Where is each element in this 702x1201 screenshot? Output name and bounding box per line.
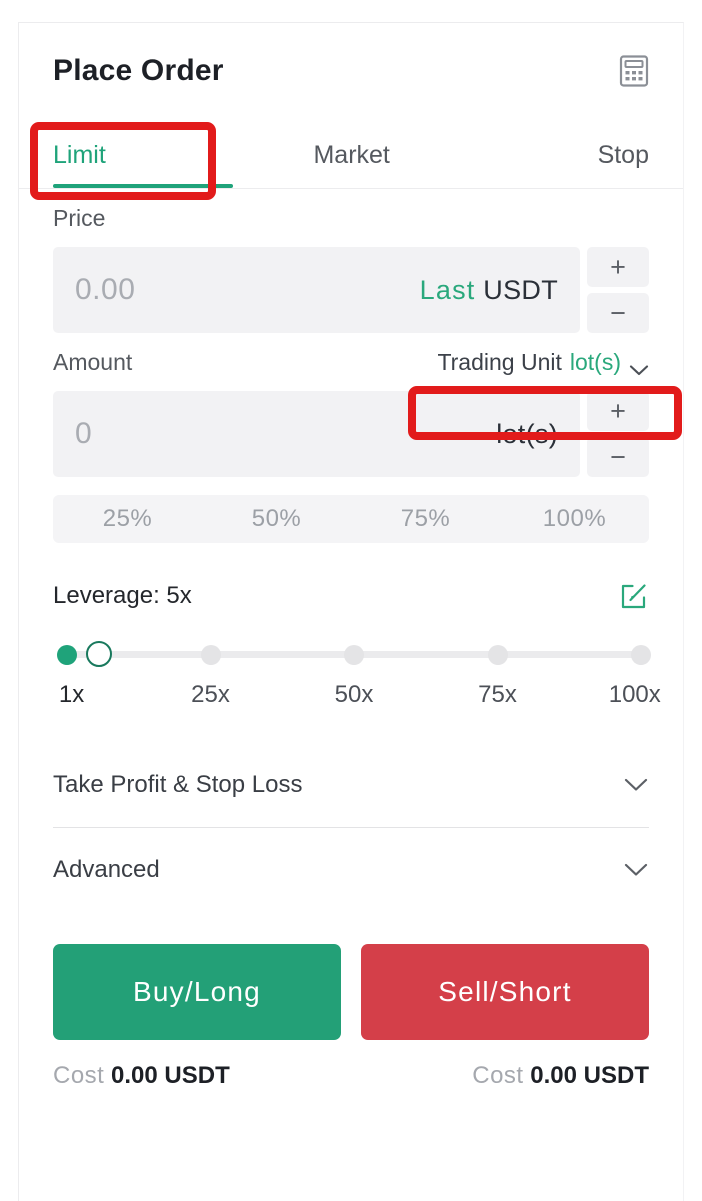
price-input-suffix: Last USDT [420,275,558,306]
percent-option-25[interactable]: 25% [53,505,202,533]
slider-tick-100x[interactable] [631,645,651,665]
leverage-label: Leverage: 5x [53,582,192,609]
amount-input-row: 0 lot(s) + − [19,391,683,477]
slider-tick-25x[interactable] [200,645,221,665]
leverage-header: Leverage: 5x [53,581,649,611]
buy-long-button[interactable]: Buy/Long [53,944,341,1040]
edit-icon[interactable] [619,581,649,611]
trading-unit-selector[interactable]: Trading Unit lot(s) [437,349,649,376]
price-last-label[interactable]: Last [420,275,476,305]
buy-cost-value: 0.00 USDT [111,1062,230,1089]
price-steppers: + − [587,247,649,333]
price-label: Price [53,204,106,231]
sell-cost-label: Cost [472,1062,524,1089]
take-profit-stop-loss-label: Take Profit & Stop Loss [53,771,303,798]
leverage-tick-label-50x: 50x [334,681,374,708]
sell-cost-value: 0.00 USDT [530,1062,649,1089]
percent-selector: 25% 50% 75% 100% [53,495,649,543]
chevron-down-icon [623,777,649,793]
cost-summary: Cost 0.00 USDT Cost 0.00 USDT [19,1040,683,1090]
leverage-tick-label-25x: 25x [191,681,230,708]
slider-thumb[interactable] [85,641,112,667]
leverage-tick-label-1x: 1x [58,681,85,708]
tab-stop[interactable]: Stop [598,141,649,188]
order-actions: Buy/Long Sell/Short [19,912,683,1040]
order-type-tabs: Limit Market Stop [19,119,683,189]
price-input-value: 0.00 [75,273,136,306]
percent-option-75[interactable]: 75% [351,505,500,533]
price-label-row: Price [19,189,683,247]
price-currency-label: USDT [483,274,558,305]
tab-limit[interactable]: Limit [53,141,106,188]
percent-option-100[interactable]: 100% [500,505,649,533]
trading-unit-label: Trading Unit [437,348,562,375]
amount-input[interactable]: 0 lot(s) [53,391,580,477]
page-title: Place Order [53,54,224,87]
amount-increment-button[interactable]: + [587,391,649,431]
amount-label: Amount [53,348,133,375]
slider-tick-75x[interactable] [487,645,508,665]
advanced-row[interactable]: Advanced [19,828,683,912]
active-tab-underline [53,184,233,188]
chevron-down-icon [623,862,649,878]
leverage-section: Leverage: 5x 1x 25x 50x 75x 100x [19,543,683,715]
price-input[interactable]: 0.00 Last USDT [53,247,580,333]
place-order-screen: Place Order Limit Market Stop Price 0.00… [0,0,702,1201]
amount-input-value: 0 [75,417,93,450]
tab-market[interactable]: Market [106,141,598,188]
amount-steppers: + − [587,391,649,477]
price-increment-button[interactable]: + [587,247,649,287]
buy-cost-label: Cost [53,1062,105,1089]
leverage-tick-label-100x: 100x [608,681,661,708]
amount-label-row: Amount Trading Unit lot(s) [19,333,683,391]
place-order-card: Place Order Limit Market Stop Price 0.00… [18,22,684,1201]
advanced-label: Advanced [53,856,160,883]
chevron-down-icon [629,356,649,375]
take-profit-stop-loss-row[interactable]: Take Profit & Stop Loss [19,743,683,827]
trading-unit-value: lot(s) [569,348,621,375]
card-header: Place Order [19,23,683,119]
leverage-tick-label-75x: 75x [478,681,517,708]
amount-decrement-button[interactable]: − [587,437,649,477]
slider-tick-50x[interactable] [344,645,364,665]
leverage-slider[interactable] [57,641,651,667]
price-decrement-button[interactable]: − [587,293,649,333]
leverage-tick-labels: 1x 25x 50x 75x 100x [59,681,661,715]
amount-input-suffix: lot(s) [496,418,558,449]
sell-short-button[interactable]: Sell/Short [361,944,649,1040]
calculator-icon[interactable] [619,55,649,87]
slider-tick-1x[interactable] [57,645,77,665]
percent-option-50[interactable]: 50% [202,505,351,533]
buy-cost: Cost 0.00 USDT [53,1062,341,1090]
price-input-row: 0.00 Last USDT + − [19,247,683,333]
sell-cost: Cost 0.00 USDT [361,1062,649,1090]
